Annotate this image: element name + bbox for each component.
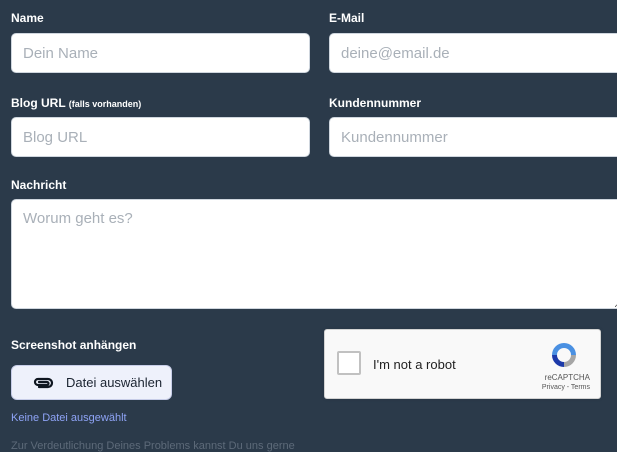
choose-file-label: Datei auswählen <box>66 375 163 390</box>
email-label: E-Mail <box>329 11 365 25</box>
screenshot-hint-text: Zur Verdeutlichung Deines Problems kanns… <box>11 440 295 452</box>
file-status-text: Keine Datei ausgewählt <box>11 412 127 424</box>
recaptcha-checkbox-label: I'm not a robot <box>373 357 456 372</box>
recaptcha-widget: I'm not a robot reCAPTCHA Privacy - Term… <box>324 329 601 399</box>
choose-file-button[interactable]: Datei auswählen <box>11 365 172 400</box>
recaptcha-privacy-terms-link[interactable]: Privacy - Terms <box>542 384 590 391</box>
blog-url-label-note: (falls vorhanden) <box>68 99 142 109</box>
name-input[interactable] <box>11 33 310 73</box>
recaptcha-brand: reCAPTCHA <box>544 373 590 382</box>
email-input[interactable] <box>329 33 617 73</box>
screenshot-label: Screenshot anhängen <box>11 338 137 352</box>
blog-url-label-text: Blog URL <box>11 96 66 110</box>
blog-url-label: Blog URL (falls vorhanden) <box>11 96 141 110</box>
message-label: Nachricht <box>11 178 67 192</box>
recaptcha-logo-icon <box>549 340 579 370</box>
message-textarea[interactable] <box>11 199 617 309</box>
blog-url-input[interactable] <box>11 117 310 157</box>
recaptcha-checkbox[interactable] <box>337 351 361 375</box>
customer-number-label: Kundennummer <box>329 96 422 110</box>
name-label: Name <box>11 11 44 25</box>
paperclip-icon <box>32 376 54 390</box>
customer-number-input[interactable] <box>329 117 617 157</box>
